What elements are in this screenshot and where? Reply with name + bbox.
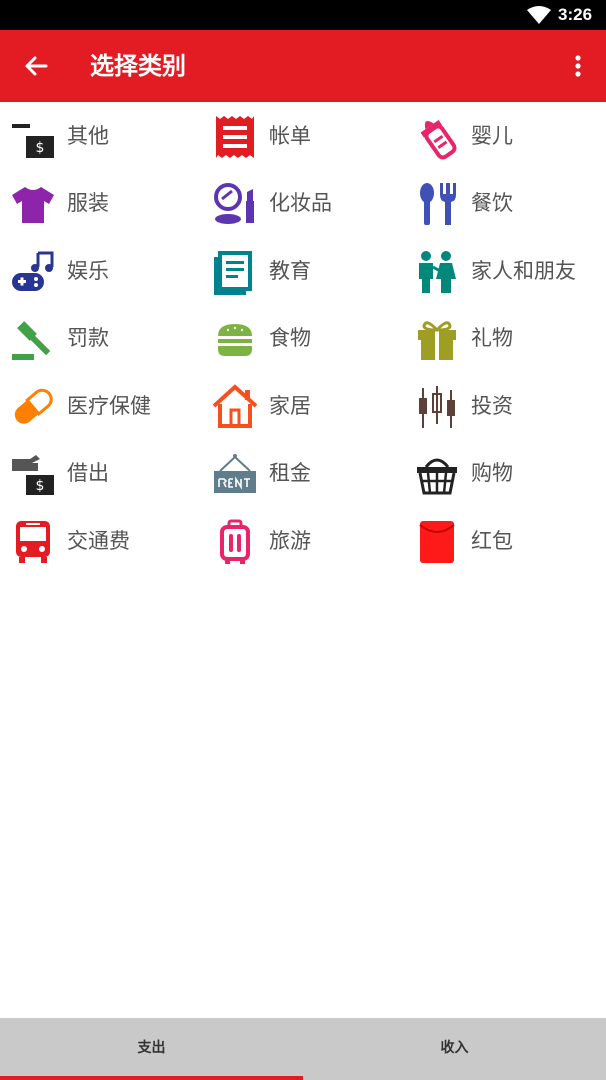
category-label: 家居 bbox=[269, 394, 311, 418]
category-family-friends[interactable]: 家人和朋友 bbox=[404, 237, 604, 301]
category-dining[interactable]: 餐饮 bbox=[404, 169, 604, 233]
status-bar: 3:26 bbox=[0, 0, 606, 30]
category-label: 服装 bbox=[67, 191, 109, 215]
tab-expense[interactable]: 支出 bbox=[0, 1018, 303, 1080]
category-food[interactable]: 食物 bbox=[202, 304, 402, 368]
utensils-icon bbox=[420, 183, 456, 225]
category-transport[interactable]: 交通费 bbox=[0, 507, 200, 571]
category-label: 其他 bbox=[67, 124, 109, 148]
category-healthcare[interactable]: 医疗保健 bbox=[0, 372, 200, 436]
category-baby[interactable]: 婴儿 bbox=[404, 102, 604, 166]
category-label: 婴儿 bbox=[471, 124, 513, 148]
category-fine[interactable]: 罚款 bbox=[0, 304, 200, 368]
tab-label: 支出 bbox=[137, 1040, 166, 1056]
house-icon bbox=[212, 384, 258, 428]
category-label: 礼物 bbox=[471, 326, 513, 350]
category-label: 食物 bbox=[269, 326, 311, 350]
category-label: 帐单 bbox=[269, 124, 311, 148]
category-label: 投资 bbox=[471, 394, 513, 418]
svg-text:$: $ bbox=[36, 478, 45, 494]
category-rent[interactable]: 租金 bbox=[202, 439, 402, 503]
gavel-icon bbox=[12, 321, 51, 360]
category-education[interactable]: 教育 bbox=[202, 237, 402, 301]
burger-icon bbox=[218, 324, 252, 356]
game-music-icon bbox=[12, 251, 54, 291]
rent-sign-icon bbox=[214, 454, 256, 493]
category-label: 旅游 bbox=[269, 529, 311, 553]
category-label: 教育 bbox=[269, 259, 311, 283]
category-label: 交通费 bbox=[67, 529, 130, 553]
cosmetics-icon bbox=[214, 183, 254, 224]
category-label: 娱乐 bbox=[67, 259, 109, 283]
tab-bar: 支出 收入 bbox=[0, 1018, 606, 1080]
pill-icon bbox=[14, 388, 53, 424]
category-label: 化妆品 bbox=[269, 191, 332, 215]
svg-text:$: $ bbox=[36, 140, 45, 156]
category-home[interactable]: 家居 bbox=[202, 372, 402, 436]
candlestick-icon bbox=[419, 386, 455, 428]
gift-icon bbox=[418, 321, 456, 360]
tab-income[interactable]: 收入 bbox=[303, 1018, 606, 1080]
category-label: 医疗保健 bbox=[67, 394, 151, 418]
basket-icon bbox=[417, 458, 457, 495]
red-envelope-icon bbox=[419, 521, 455, 563]
category-label: 租金 bbox=[269, 461, 311, 485]
cash-icon: $ bbox=[12, 124, 54, 158]
status-time: 3:26 bbox=[558, 5, 593, 24]
category-shopping[interactable]: 购物 bbox=[404, 439, 604, 503]
category-investment[interactable]: 投资 bbox=[404, 372, 604, 436]
back-arrow-icon[interactable] bbox=[20, 50, 52, 82]
category-label: 借出 bbox=[67, 461, 109, 485]
category-label: 餐饮 bbox=[471, 191, 513, 215]
category-cosmetics[interactable]: 化妆品 bbox=[202, 169, 402, 233]
category-gift[interactable]: 礼物 bbox=[404, 304, 604, 368]
lend-icon: $ bbox=[12, 455, 54, 495]
more-vert-icon[interactable] bbox=[564, 52, 592, 80]
tab-label: 收入 bbox=[440, 1040, 469, 1056]
baby-bottle-icon bbox=[420, 120, 457, 160]
category-travel[interactable]: 旅游 bbox=[202, 507, 402, 571]
category-red-envelope[interactable]: 红包 bbox=[404, 507, 604, 571]
tab-indicator bbox=[0, 1076, 303, 1080]
family-icon bbox=[419, 251, 456, 293]
category-entertainment[interactable]: 娱乐 bbox=[0, 237, 200, 301]
category-clothing[interactable]: 服装 bbox=[0, 169, 200, 233]
bill-icon bbox=[216, 116, 254, 158]
category-other[interactable]: $ 其他 bbox=[0, 102, 200, 166]
category-label: 红包 bbox=[471, 529, 513, 553]
category-label: 家人和朋友 bbox=[471, 259, 576, 283]
category-bill[interactable]: 帐单 bbox=[202, 102, 402, 166]
shirt-icon bbox=[12, 187, 54, 223]
category-label: 购物 bbox=[471, 461, 513, 485]
category-label: 罚款 bbox=[67, 326, 109, 350]
page-title: 选择类别 bbox=[90, 52, 186, 80]
category-lend[interactable]: $ 借出 bbox=[0, 439, 200, 503]
bus-icon bbox=[16, 521, 50, 563]
book-icon bbox=[214, 251, 252, 295]
luggage-icon bbox=[220, 519, 250, 564]
wifi-icon bbox=[527, 6, 551, 24]
app-bar: 选择类别 bbox=[0, 30, 606, 102]
